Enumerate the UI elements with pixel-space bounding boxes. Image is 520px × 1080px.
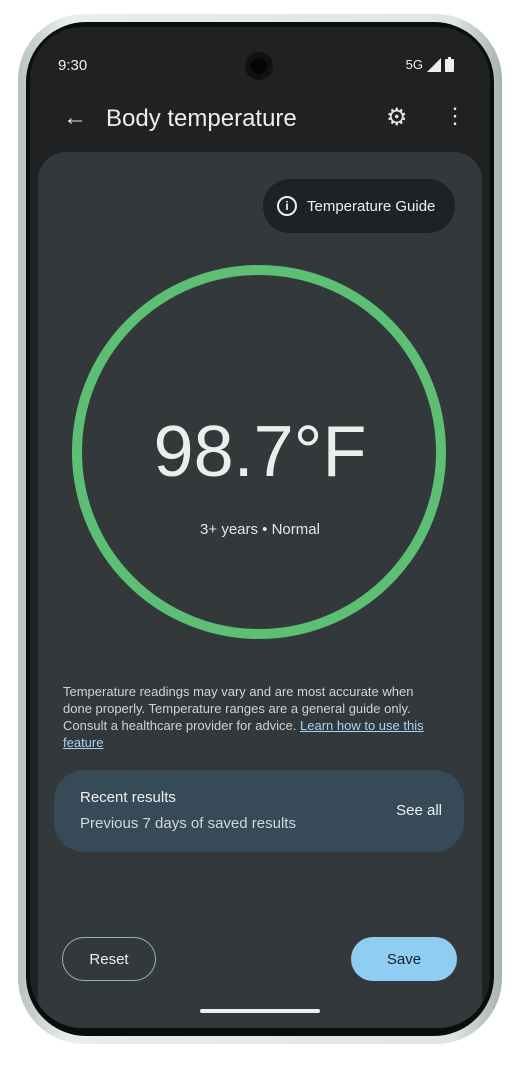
status-time: 9:30 [58, 57, 88, 74]
gear-icon[interactable]: ⚙ [386, 103, 408, 132]
temperature-detail: 3+ years • Normal [200, 521, 320, 538]
camera-icon [245, 52, 273, 80]
status-icons: 5G [406, 57, 454, 72]
arrow-back-icon[interactable]: ← [63, 104, 87, 132]
battery-icon [445, 57, 454, 72]
reset-button[interactable]: Reset [62, 937, 156, 981]
page-title: Body temperature [106, 105, 297, 132]
gesture-handle[interactable] [200, 1009, 320, 1013]
app-bar: ← Body temperature ⚙ ⋮ [30, 100, 490, 140]
see-all-button[interactable]: See all [396, 802, 442, 819]
more-vert-icon[interactable]: ⋮ [444, 103, 466, 129]
recent-results-title: Recent results [80, 789, 176, 806]
disclaimer: Temperature readings may vary and are mo… [63, 683, 438, 751]
recent-results-subtitle: Previous 7 days of saved results [80, 815, 296, 832]
temperature-guide-button[interactable]: i Temperature Guide [263, 179, 455, 233]
temperature-card: i Temperature Guide 98.7°F 3+ years • No… [38, 152, 482, 1028]
save-button[interactable]: Save [351, 937, 457, 981]
recent-results-card[interactable]: Recent results Previous 7 days of saved … [54, 770, 464, 852]
temperature-guide-label: Temperature Guide [307, 197, 436, 215]
temperature-value: 98.7°F [153, 412, 367, 492]
network-label: 5G [405, 57, 423, 72]
signal-icon [427, 57, 441, 72]
screen: 9:30 5G ← Body temperature ⚙ ⋮ i Tempera… [30, 27, 490, 1028]
info-icon: i [277, 196, 297, 216]
